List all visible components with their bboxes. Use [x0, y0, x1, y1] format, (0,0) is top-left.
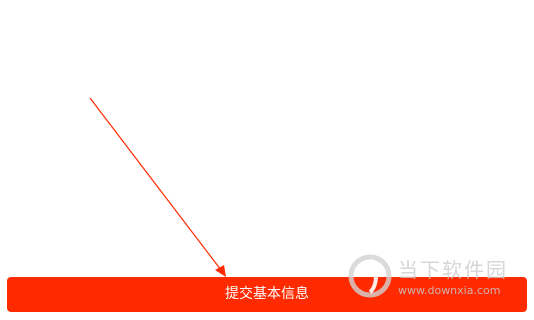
- annotation-arrow: [89, 97, 226, 277]
- page: 提交基本信息 当下软件园 www.downxia.com: [0, 0, 534, 320]
- submit-basic-info-button[interactable]: 提交基本信息: [7, 277, 527, 312]
